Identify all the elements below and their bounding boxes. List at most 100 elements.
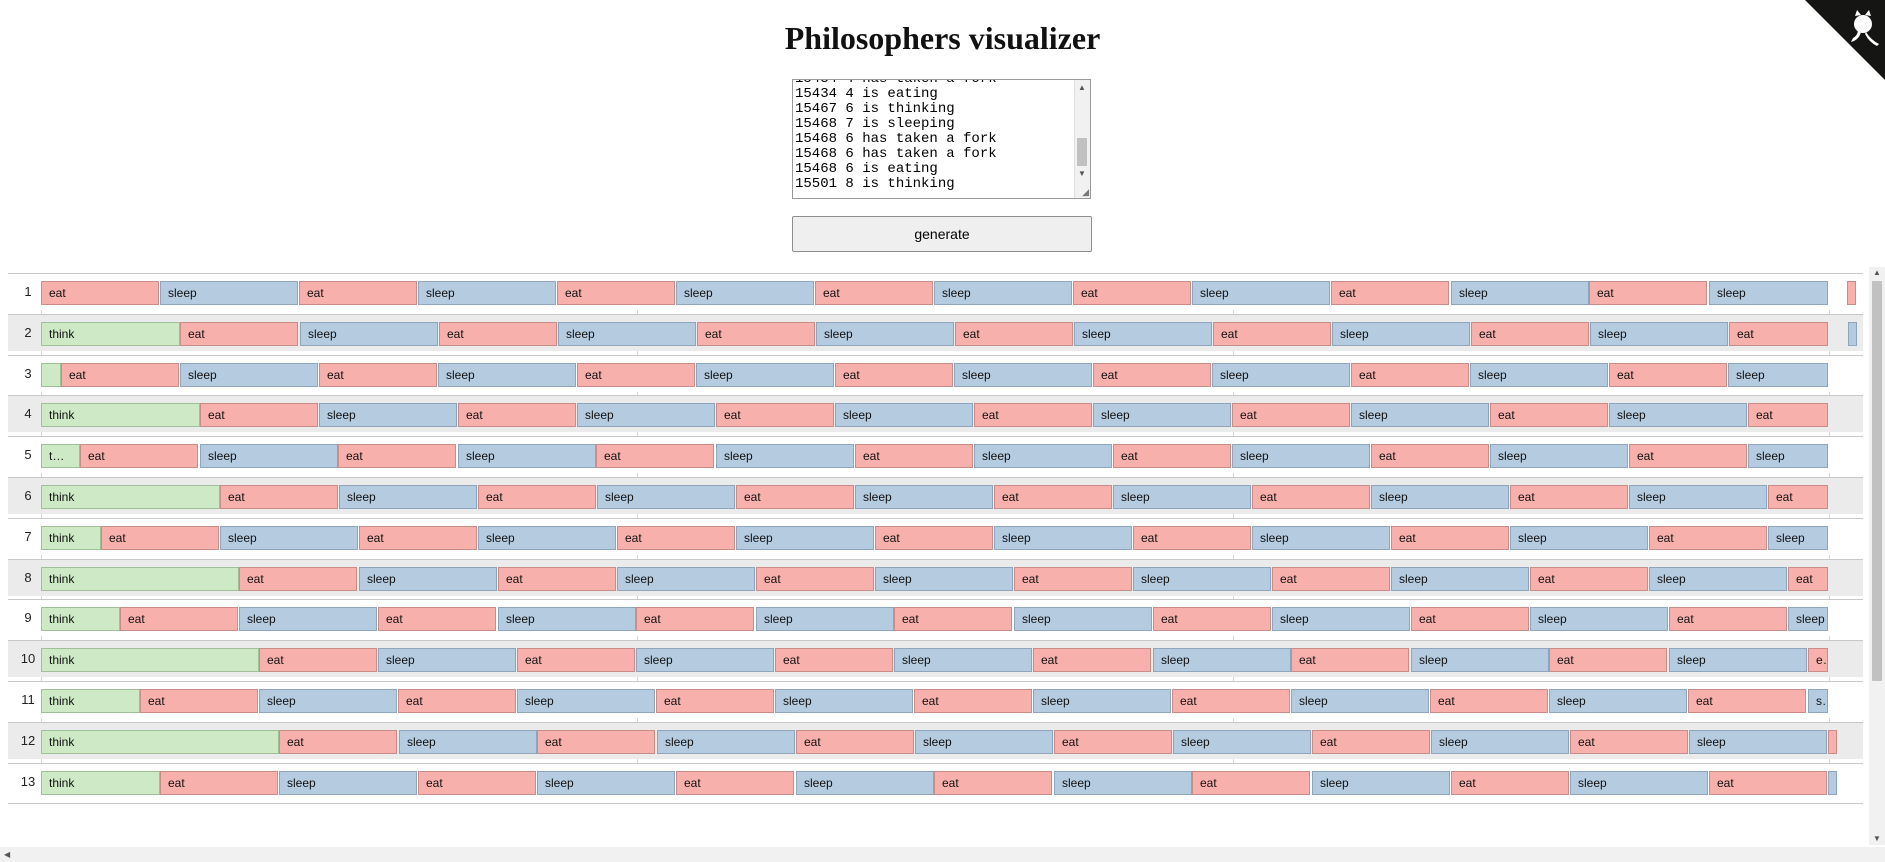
think-segment: think	[41, 689, 140, 713]
sleep-segment: sleep	[617, 567, 755, 591]
eat-segment: eat	[934, 771, 1052, 795]
eat-segment: eat	[736, 485, 854, 509]
sleep-segment: sleep	[1173, 730, 1311, 754]
sleep-segment: sleep	[399, 730, 537, 754]
eat-segment: eat	[120, 607, 238, 631]
sleep-segment: sleep	[657, 730, 795, 754]
eat-segment: eat	[815, 281, 933, 305]
sleep-segment: sleep	[300, 322, 438, 346]
eat-segment: eat	[1213, 322, 1331, 346]
eat-segment: eat	[894, 607, 1012, 631]
sleep-segment: sleep	[200, 444, 338, 468]
horizontal-scrollbar[interactable]: ◀	[0, 847, 1885, 862]
eat-segment: eat	[61, 363, 179, 387]
generate-button[interactable]: generate	[792, 216, 1092, 252]
eat-segment: eat	[656, 689, 774, 713]
eat-segment: eat	[1153, 607, 1271, 631]
eat-segment: eat	[220, 485, 338, 509]
eat-segment: eat	[1272, 567, 1390, 591]
sleep-segment: sleep	[1074, 322, 1212, 346]
eat-segment: eat	[775, 648, 893, 672]
eat-segment: eat	[974, 403, 1092, 427]
eat-segment: eat	[1451, 771, 1569, 795]
eat-segment: eat	[1629, 444, 1747, 468]
timeline-row: 12 think eat sleep eat sleep eat sleep eat sleep e…	[8, 722, 1863, 759]
scroll-up-icon[interactable]: ▲	[1078, 84, 1086, 92]
timeline-row: 7 think eat sleep eat sleep eat sleep eat sleep ea…	[8, 518, 1863, 555]
sleep-segment: sleep	[775, 689, 913, 713]
eat-segment: eat	[1351, 363, 1469, 387]
sleep-segment: sleep	[160, 281, 298, 305]
eat-segment: eat	[279, 730, 397, 754]
sleep-segment: sleep	[1232, 444, 1370, 468]
scroll-down-icon[interactable]: ▼	[1078, 170, 1086, 178]
sleep-segment: sleep	[796, 771, 934, 795]
eat-segment: eat	[439, 322, 557, 346]
eat-segment: eat	[458, 403, 576, 427]
eat-segment: eat	[180, 322, 298, 346]
eat-segment: eat	[1669, 607, 1787, 631]
timeline-row: 2 think eat sleep eat sleep eat sleep eat sleep ea…	[8, 314, 1863, 351]
sleep-segment: sleep	[418, 281, 556, 305]
eat-segment: eat	[1391, 526, 1509, 550]
sleep-segment: sleep	[716, 444, 854, 468]
sleep-segment: sleep	[934, 281, 1072, 305]
sleep-segment: sleep	[1153, 648, 1291, 672]
scroll-down-icon[interactable]: ▼	[1873, 835, 1881, 843]
sleep-segment: sleep	[1709, 281, 1828, 305]
think-segment: think	[41, 648, 259, 672]
sleep-segment: sleep	[1451, 281, 1589, 305]
eat-segment: eat	[914, 689, 1032, 713]
timeline-row: 13 think eat sleep eat sleep eat sleep eat sleep e…	[8, 763, 1863, 800]
eat-segment: eat	[875, 526, 993, 550]
eat-segment: eat	[41, 281, 159, 305]
eat-segment: eat	[1709, 771, 1827, 795]
eat-segment: eat	[1093, 363, 1211, 387]
eat-segment: eat	[140, 689, 258, 713]
think-segment: t…	[41, 444, 80, 468]
log-scroll-thumb[interactable]	[1077, 138, 1087, 166]
sleep-segment: sleep	[259, 689, 397, 713]
vertical-scroll-thumb[interactable]	[1872, 281, 1882, 681]
scroll-left-icon[interactable]: ◀	[4, 851, 10, 859]
sleep-segment: sleep	[517, 689, 655, 713]
eat-segment: eat	[299, 281, 417, 305]
eat-segment: eat	[1312, 730, 1430, 754]
eat-segment: eat	[1828, 730, 1837, 754]
scroll-up-icon[interactable]: ▲	[1873, 269, 1881, 277]
sleep-segment: sleep	[537, 771, 675, 795]
timeline-row: 11 think eat sleep eat sleep eat sleep eat sleep e…	[8, 681, 1863, 718]
eat-segment: eat	[1788, 567, 1828, 591]
eat-segment: eat	[1729, 322, 1828, 346]
eat-segment: eat	[955, 322, 1073, 346]
log-textarea[interactable]: 15434 4 has taken a fork 15434 4 is eatin…	[792, 79, 1091, 199]
sleep-segment: sleep	[1351, 403, 1489, 427]
vertical-scrollbar[interactable]: ▲ ▼	[1869, 267, 1885, 845]
log-line: 15501 8 is thinking	[795, 176, 955, 192]
sleep-segment: sleep	[1549, 689, 1687, 713]
github-corner-icon[interactable]	[1805, 0, 1885, 80]
sleep-segment: sleep	[1728, 363, 1828, 387]
eat-segment: eat	[319, 363, 437, 387]
eat-segment: eat	[1371, 444, 1489, 468]
timeline-row: 1 eat sleep eat sleep eat sleep eat sleep eat slee…	[8, 273, 1863, 310]
sleep-segment: sleep	[1411, 648, 1549, 672]
sleep-segment: sleep	[1093, 403, 1231, 427]
resize-handle-icon[interactable]: ◢	[1082, 188, 1089, 197]
sleep-segment: sleep	[279, 771, 417, 795]
eat-segment: eat	[1847, 281, 1856, 305]
eat-segment: eat	[239, 567, 357, 591]
sleep-segment: sleep	[458, 444, 596, 468]
sleep-segment: sleep	[1431, 730, 1569, 754]
sleep-segment: sleep	[1033, 689, 1171, 713]
eat-segment: eat	[855, 444, 973, 468]
eat-segment: eat	[636, 607, 754, 631]
log-line: 15468 7 is sleeping	[795, 116, 955, 132]
log-scrollbar[interactable]: ▲ ▼ ◢	[1074, 80, 1090, 198]
eat-segment: eat	[1252, 485, 1370, 509]
eat-segment: eat	[160, 771, 278, 795]
eat-segment: eat	[1471, 322, 1589, 346]
eat-segment: eat	[1570, 730, 1688, 754]
sleep-segment: sleep	[478, 526, 616, 550]
sleep-segment: sleep	[1510, 526, 1648, 550]
